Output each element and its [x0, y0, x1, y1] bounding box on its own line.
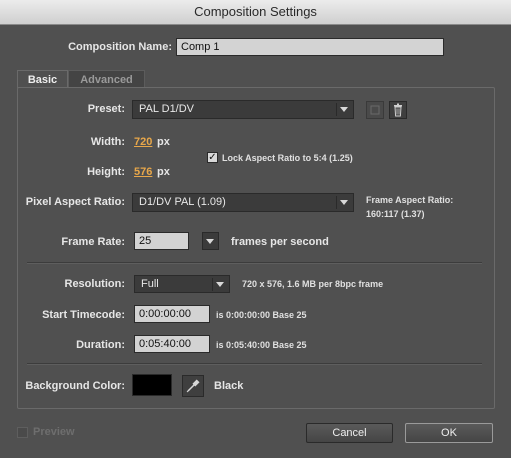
- dropdown-separator: [336, 196, 337, 209]
- chevron-down-icon: [340, 107, 348, 112]
- background-color-label: Background Color:: [25, 380, 125, 392]
- resolution-label: Resolution:: [64, 278, 126, 290]
- chevron-down-icon: [340, 200, 348, 205]
- save-preset-icon: [370, 105, 380, 115]
- start-timecode-label: Start Timecode:: [42, 309, 125, 321]
- duration-input[interactable]: 0:05:40:00: [134, 335, 210, 353]
- pixel-aspect-value: D1/DV PAL (1.09): [139, 196, 226, 208]
- height-unit: px: [157, 166, 170, 178]
- pixel-aspect-dropdown[interactable]: D1/DV PAL (1.09): [132, 193, 354, 212]
- pixel-aspect-label: Pixel Aspect Ratio:: [25, 196, 125, 208]
- width-value[interactable]: 720: [134, 136, 152, 148]
- ok-button[interactable]: OK: [405, 423, 493, 443]
- frame-rate-unit: frames per second: [231, 236, 329, 248]
- lock-aspect-checkbox[interactable]: ✓: [207, 152, 218, 163]
- duration-label: Duration:: [76, 339, 125, 351]
- window-title: Composition Settings: [0, 0, 511, 25]
- divider: [27, 262, 482, 264]
- frame-aspect-label: Frame Aspect Ratio:: [366, 195, 454, 205]
- lock-aspect-label: Lock Aspect Ratio to 5:4 (1.25): [222, 153, 353, 163]
- frame-rate-label: Frame Rate:: [61, 236, 125, 248]
- tab-advanced[interactable]: Advanced: [68, 70, 145, 88]
- background-color-name: Black: [214, 380, 244, 392]
- height-label: Height:: [87, 166, 125, 178]
- preset-label: Preset:: [87, 103, 125, 115]
- preview-checkbox[interactable]: [17, 427, 28, 438]
- eyedropper-button[interactable]: [182, 375, 204, 397]
- start-timecode-info: is 0:00:00:00 Base 25: [216, 310, 307, 320]
- width-unit: px: [157, 136, 170, 148]
- save-preset-button[interactable]: [366, 101, 384, 119]
- tab-basic[interactable]: Basic: [17, 70, 68, 88]
- width-label: Width:: [90, 136, 125, 148]
- trash-icon: [394, 103, 402, 117]
- dropdown-separator: [336, 103, 337, 116]
- height-value[interactable]: 576: [134, 166, 152, 178]
- start-timecode-input[interactable]: 0:00:00:00: [134, 305, 210, 323]
- preset-dropdown[interactable]: PAL D1/DV: [132, 100, 354, 119]
- comp-name-label: Composition Name:: [68, 41, 172, 53]
- eyedropper-icon: [186, 379, 200, 393]
- preview-label: Preview: [33, 426, 75, 438]
- duration-info: is 0:05:40:00 Base 25: [216, 340, 307, 350]
- chevron-down-icon: [216, 282, 224, 287]
- resolution-dropdown[interactable]: Full: [134, 275, 230, 293]
- comp-name-input[interactable]: Comp 1: [176, 38, 444, 56]
- frame-rate-input[interactable]: 25: [134, 232, 189, 250]
- divider: [27, 363, 482, 365]
- delete-preset-button[interactable]: [389, 101, 407, 119]
- frame-aspect-value: 160:117 (1.37): [366, 209, 425, 219]
- frame-rate-dropdown[interactable]: [202, 232, 219, 250]
- preset-value: PAL D1/DV: [139, 103, 195, 115]
- cancel-button[interactable]: Cancel: [306, 423, 393, 443]
- dropdown-separator: [212, 278, 213, 291]
- background-color-swatch[interactable]: [132, 374, 172, 396]
- resolution-info: 720 x 576, 1.6 MB per 8bpc frame: [242, 279, 384, 289]
- chevron-down-icon: [206, 239, 214, 244]
- resolution-value: Full: [141, 278, 159, 290]
